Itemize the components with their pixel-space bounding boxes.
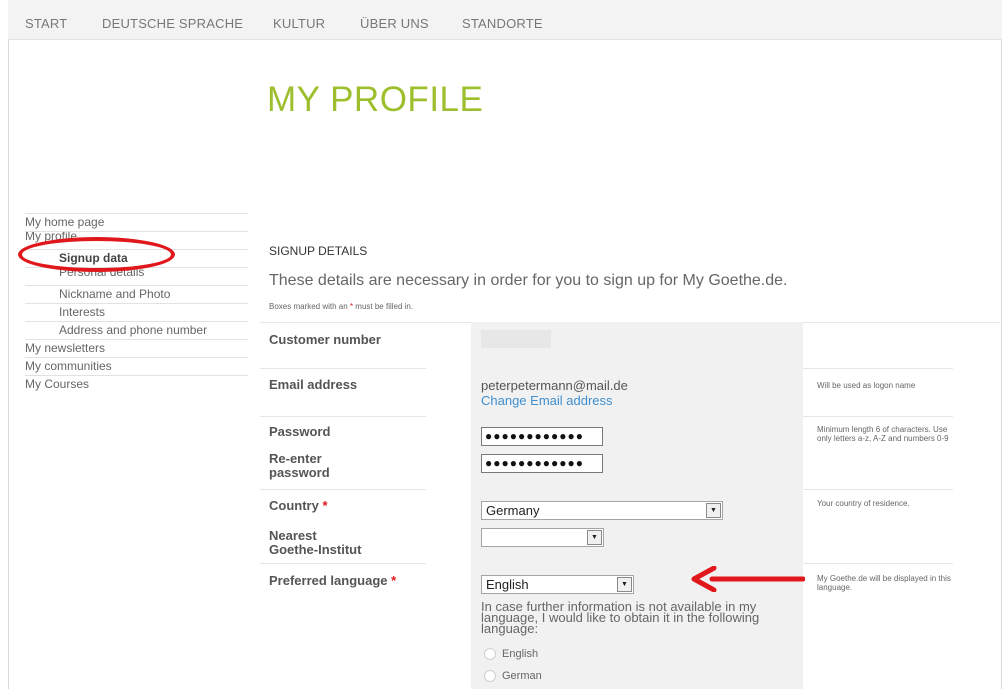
password-label: Password [269, 424, 331, 439]
fallback-option-label: English [502, 648, 539, 660]
sidebar-item-interests[interactable]: Interests [25, 303, 248, 321]
change-email-link[interactable]: Change Email address [481, 393, 613, 408]
sidebar-item-courses[interactable]: My Courses [25, 375, 248, 393]
fallback-language-text: In case further information is not avail… [481, 599, 760, 636]
divider [803, 489, 953, 490]
fallback-option-english[interactable]: English [484, 648, 539, 661]
sidebar-item-signup-data[interactable]: Signup data [25, 249, 248, 267]
institut-label-line1: Nearest [269, 528, 317, 543]
divider [260, 322, 471, 323]
password-input[interactable]: ●●●●●●●●●●●● [481, 427, 603, 446]
language-help: My Goethe.de will be displayed in this l… [817, 574, 951, 592]
sidebar-item-communities[interactable]: My communities [25, 357, 248, 375]
preferred-language-label: Preferred language * [269, 574, 396, 588]
sidebar-item-home[interactable]: My home page [25, 213, 248, 231]
page-title: MY PROFILE [267, 80, 484, 119]
nav-deutsche-sprache[interactable]: DEUTSCHE SPRACHE [102, 16, 243, 31]
section-title: SIGNUP DETAILS [269, 244, 368, 258]
nearest-institut-label: Nearest Goethe-Institut [269, 529, 361, 557]
radio-icon[interactable] [484, 648, 496, 661]
dropdown-arrow-icon[interactable]: ▼ [706, 503, 721, 518]
top-navigation: START DEUTSCHE SPRACHE KULTUR ÜBER UNS S… [8, 0, 1002, 40]
divider [803, 322, 1002, 323]
required-star: * [391, 573, 397, 588]
nav-standorte[interactable]: STANDORTE [462, 16, 543, 31]
sidebar-item-nickname-photo[interactable]: Nickname and Photo [25, 285, 248, 303]
email-value: peterpetermann@mail.de [481, 378, 628, 393]
password-help: Minimum length 6 of characters. Use only… [817, 425, 949, 443]
language-label-text: Preferred language [269, 573, 388, 588]
country-help: Your country of residence. [817, 499, 910, 508]
divider [803, 563, 953, 564]
email-label: Email address [269, 377, 358, 392]
language-selected-value: English [486, 577, 529, 592]
reenter-label-line2: password [269, 465, 330, 480]
institut-label-line2: Goethe-Institut [269, 542, 362, 557]
country-label: Country * [269, 499, 328, 513]
fallback-option-label: German [502, 670, 542, 682]
country-select[interactable]: Germany ▼ [481, 501, 723, 520]
nav-ueber-uns[interactable]: ÜBER UNS [360, 16, 429, 31]
section-description: These details are necessary in order for… [269, 272, 788, 289]
fallback-option-german[interactable]: German [484, 670, 542, 683]
radio-icon[interactable] [484, 670, 496, 683]
nav-kultur[interactable]: KULTUR [273, 16, 325, 31]
sidebar-item-personal-details[interactable]: Personal details [25, 267, 248, 285]
reenter-password-input[interactable]: ●●●●●●●●●●●● [481, 454, 603, 473]
divider [260, 489, 426, 490]
preferred-language-select[interactable]: English ▼ [481, 575, 634, 594]
nav-start[interactable]: START [25, 16, 67, 31]
divider [803, 416, 953, 417]
divider [260, 416, 426, 417]
customer-number-value [481, 330, 551, 348]
sidebar-item-profile[interactable]: My profile [25, 231, 248, 249]
required-note: Boxes marked with an * must be filled in… [269, 302, 413, 311]
divider [260, 368, 426, 369]
divider [260, 563, 426, 564]
email-help: Will be used as logon name [817, 381, 916, 390]
country-selected-value: Germany [486, 503, 540, 518]
sidebar-item-newsletters[interactable]: My newsletters [25, 339, 248, 357]
required-star: * [322, 498, 328, 513]
sidebar-item-address-phone[interactable]: Address and phone number [25, 321, 248, 339]
nearest-institut-select[interactable]: ▼ [481, 528, 604, 547]
dropdown-arrow-icon[interactable]: ▼ [617, 577, 632, 592]
divider [803, 368, 953, 369]
sidebar: My home page My profile Signup data Pers… [25, 213, 248, 393]
required-note-text-b: must be filled in. [353, 302, 414, 311]
reenter-label-line1: Re-enter [269, 451, 322, 466]
customer-number-label: Customer number [269, 332, 381, 347]
annotation-arrow-icon [691, 566, 805, 592]
required-note-text-a: Boxes marked with an [269, 302, 350, 311]
country-label-text: Country [269, 498, 319, 513]
dropdown-arrow-icon[interactable]: ▼ [587, 530, 602, 545]
reenter-password-label: Re-enter password [269, 452, 330, 480]
